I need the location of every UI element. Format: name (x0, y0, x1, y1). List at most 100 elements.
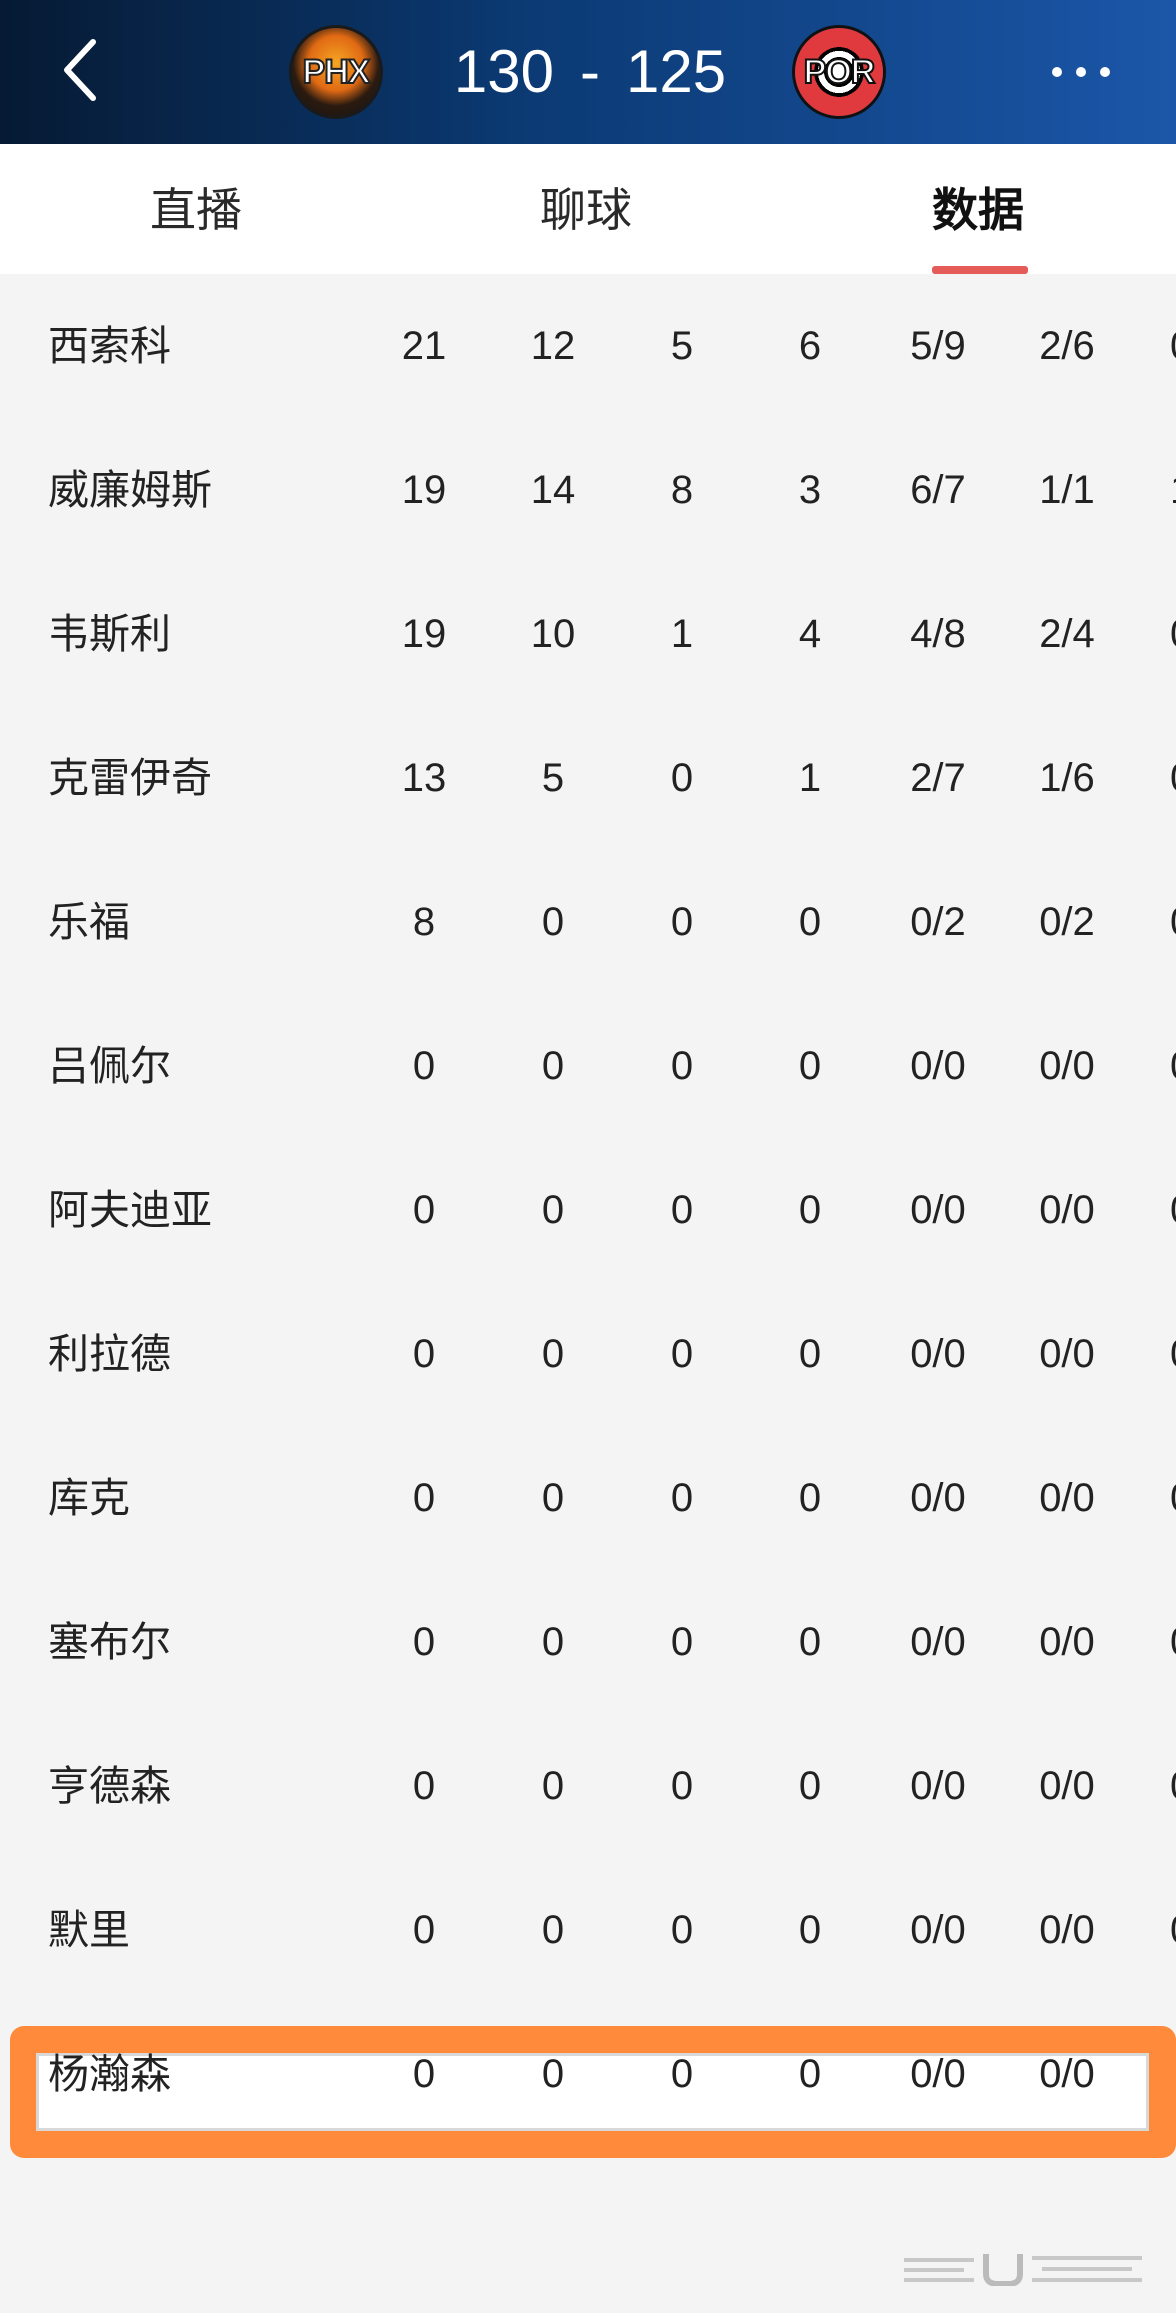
stat-cell-col-6: 0/0 (1039, 1908, 1095, 1952)
away-score: 125 (625, 38, 727, 105)
stat-cell-col-2: 10 (530, 612, 576, 656)
stat-cell-col-3: 0 (670, 756, 694, 800)
stat-cell-col-1: 13 (401, 756, 447, 800)
stat-cell-col-5: 5/9 (910, 324, 966, 368)
player-row-highlighted[interactable]: 杨瀚森 0 0 0 0 0/0 0/0 (0, 2002, 1176, 2146)
player-row[interactable]: 阿夫迪亚 0 0 0 0 0/0 0/0 0 (0, 1138, 1176, 1282)
stat-cell-col-2: 5 (541, 756, 565, 800)
player-name: 亨德森 (48, 1763, 171, 1809)
stat-cell-col-7: 0 (1170, 1904, 1176, 1956)
stat-cell-col-4: 0 (798, 1332, 822, 1376)
player-row[interactable]: 亨德森 0 0 0 0 0/0 0/0 0 (0, 1714, 1176, 1858)
stat-cell-col-4: 0 (798, 900, 822, 944)
player-name: 吕佩尔 (48, 1043, 171, 1089)
more-options-button[interactable] (1026, 44, 1136, 100)
stat-cell-col-6: 0/0 (1039, 2052, 1095, 2096)
home-team-logo[interactable]: PHX (292, 28, 380, 116)
stat-cell-col-1: 19 (401, 468, 447, 512)
stat-cell-col-1: 0 (412, 1476, 436, 1520)
player-name: 塞布尔 (48, 1619, 171, 1665)
stat-cell-col-1: 0 (412, 1620, 436, 1664)
game-header: PHX 130-125 POR (0, 0, 1176, 144)
stat-cell-col-2: 0 (541, 1476, 565, 1520)
player-row[interactable]: 塞布尔 0 0 0 0 0/0 0/0 0 (0, 1570, 1176, 1714)
player-name: 利拉德 (48, 1331, 171, 1377)
stat-cell-col-2: 12 (530, 324, 576, 368)
stat-cell-col-6: 1/1 (1039, 468, 1095, 512)
active-tab-indicator (932, 266, 1028, 274)
stat-cell-col-2: 0 (541, 1044, 565, 1088)
stat-cell-col-7: 0 (1170, 1040, 1176, 1092)
tab-bar: 直播 聊球 数据 (0, 144, 1176, 274)
stat-cell-col-5: 0/0 (910, 1620, 966, 1664)
away-team-logo[interactable]: POR (795, 28, 883, 116)
player-stats-table: 西索科2112565/92/60威廉姆斯1914836/71/11韦斯利1910… (0, 274, 1176, 2097)
stat-cell-col-2: 0 (541, 1764, 565, 1808)
player-row[interactable]: 西索科 21 12 5 6 5/9 2/6 0 (0, 274, 1176, 418)
tab-chat[interactable]: 聊球 (540, 182, 632, 238)
more-dot-icon (1076, 67, 1086, 77)
stat-cell-col-2: 0 (541, 1332, 565, 1376)
player-name: 默里 (48, 1907, 130, 1953)
player-row[interactable]: 默里 0 0 0 0 0/0 0/0 0 (0, 1858, 1176, 2002)
player-name: 克雷伊奇 (48, 755, 212, 801)
stat-cell-col-6: 0/0 (1039, 1332, 1095, 1376)
stat-cell-col-1: 0 (412, 2052, 436, 2096)
player-row[interactable]: 韦斯利 19 10 1 4 4/8 2/4 0 (0, 562, 1176, 706)
stat-cell-col-5: 0/0 (910, 1332, 966, 1376)
stat-cell-col-5: 0/0 (910, 1764, 966, 1808)
stat-cell-col-7: 0 (1170, 1184, 1176, 1236)
stat-cell-col-4: 0 (798, 1476, 822, 1520)
more-dot-icon (1100, 67, 1110, 77)
stat-cell-col-4: 0 (798, 1188, 822, 1232)
stat-cell-col-7: 0 (1170, 896, 1176, 948)
stat-cell-col-4: 6 (798, 324, 822, 368)
player-name: 韦斯利 (48, 611, 171, 657)
player-row[interactable]: 威廉姆斯 19 14 8 3 6/7 1/1 1 (0, 418, 1176, 562)
stat-cell-col-2: 0 (541, 1620, 565, 1664)
stat-cell-col-3: 0 (670, 900, 694, 944)
player-row[interactable]: 利拉德 0 0 0 0 0/0 0/0 0 (0, 1282, 1176, 1426)
stat-cell-col-1: 0 (412, 1908, 436, 1952)
player-row[interactable]: 库克 0 0 0 0 0/0 0/0 0 (0, 1426, 1176, 1570)
player-row[interactable]: 吕佩尔 0 0 0 0 0/0 0/0 0 (0, 994, 1176, 1138)
stat-cell-col-6: 0/0 (1039, 1764, 1095, 1808)
stat-cell-col-6: 2/6 (1039, 324, 1095, 368)
stat-cell-col-1: 19 (401, 612, 447, 656)
stat-cell-col-6: 1/6 (1039, 756, 1095, 800)
stat-cell-col-3: 1 (670, 612, 694, 656)
stat-cell-col-3: 0 (670, 1044, 694, 1088)
stat-cell-col-4: 3 (798, 468, 822, 512)
home-team-abbr: PHX (302, 52, 372, 92)
stat-cell-col-5: 6/7 (910, 468, 966, 512)
stat-cell-col-2: 0 (541, 900, 565, 944)
tab-live[interactable]: 直播 (150, 182, 242, 238)
stat-cell-col-1: 0 (412, 1764, 436, 1808)
player-name: 西索科 (48, 323, 171, 369)
stat-cell-col-4: 0 (798, 1620, 822, 1664)
watermark-logo (904, 2254, 1142, 2286)
stat-cell-col-4: 0 (798, 1908, 822, 1952)
stat-cell-col-7: 0 (1170, 320, 1176, 372)
stat-cell-col-7: 0 (1170, 1616, 1176, 1668)
stat-cell-col-1: 0 (412, 1188, 436, 1232)
player-name: 杨瀚森 (48, 2051, 171, 2097)
stat-cell-col-3: 5 (670, 324, 694, 368)
stat-cell-col-2: 14 (530, 468, 576, 512)
stat-cell-col-5: 4/8 (910, 612, 966, 656)
stat-cell-col-5: 0/0 (910, 1908, 966, 1952)
back-button[interactable] (40, 30, 120, 110)
stat-cell-col-4: 0 (798, 1044, 822, 1088)
tab-data[interactable]: 数据 (932, 182, 1024, 238)
home-score: 130 (453, 38, 554, 105)
stat-cell-col-2: 0 (541, 1908, 565, 1952)
stat-cell-col-5: 0/0 (910, 1188, 966, 1232)
player-row[interactable]: 乐福 8 0 0 0 0/2 0/2 0 (0, 850, 1176, 994)
stat-cell-col-6: 0/0 (1039, 1476, 1095, 1520)
stat-cell-col-3: 0 (670, 1332, 694, 1376)
stat-cell-col-4: 0 (798, 2052, 822, 2096)
more-dot-icon (1052, 67, 1062, 77)
chevron-left-icon (64, 39, 96, 101)
stat-cell-col-1: 0 (412, 1332, 436, 1376)
player-row[interactable]: 克雷伊奇 13 5 0 1 2/7 1/6 0 (0, 706, 1176, 850)
